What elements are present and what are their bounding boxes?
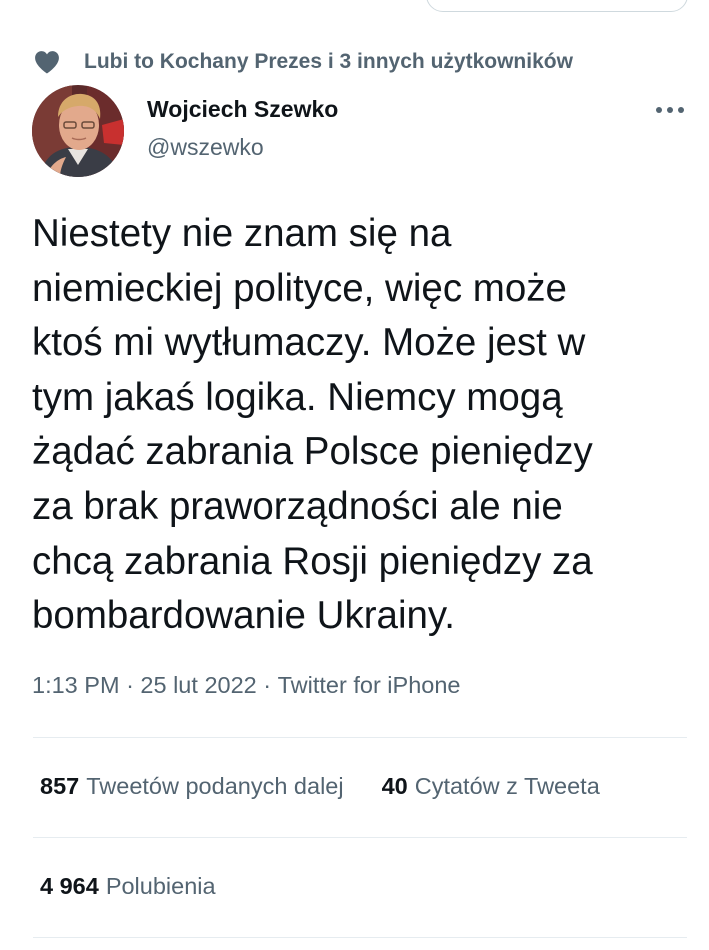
quotes-label: Cytatów z Tweeta [414,773,600,799]
engagement-stats: 857 Tweetów podanych dalej 40 Cytatów z Tw… [40,773,600,800]
tweet-text: Niestety nie znam się na niemieckiej pol… [32,212,593,638]
avatar[interactable] [32,85,124,177]
likes-label: Polubienia [105,873,216,899]
more-options-button[interactable] [650,96,690,124]
more-dots-icon [656,107,684,113]
divider [33,937,687,938]
likes-count: 4 964 [40,873,99,899]
quotes-count: 40 [381,773,408,799]
meta-separator: · [126,672,134,698]
divider [33,737,687,738]
tweet-meta: 1:13 PM · 25 lut 2022 · Twitter for iPho… [32,672,460,699]
social-context-text: Lubi to Kochany Prezes i 3 innych użytko… [84,50,573,73]
tweet-time[interactable]: 1:13 PM [32,672,120,699]
author-handle[interactable]: @wszewko [147,134,264,161]
meta-separator: · [263,672,272,698]
author-name[interactable]: Wojciech Szewko [147,96,338,123]
divider [33,837,687,838]
top-pill-button[interactable] [426,0,688,12]
retweets-count: 857 [40,773,80,799]
tweet-source[interactable]: Twitter for iPhone [278,672,461,699]
quotes-stat[interactable]: 40 Cytatów z Tweeta [382,773,600,800]
social-context[interactable]: Lubi to Kochany Prezes i 3 innych użytko… [33,46,573,78]
heart-icon [33,48,61,76]
retweets-stat[interactable]: 857 Tweetów podanych dalej [40,773,344,800]
retweets-label: Tweetów podanych dalej [86,773,344,799]
likes-stat[interactable]: 4 964 Polubienia [40,873,216,900]
tweet-date[interactable]: 25 lut 2022 [140,672,256,699]
